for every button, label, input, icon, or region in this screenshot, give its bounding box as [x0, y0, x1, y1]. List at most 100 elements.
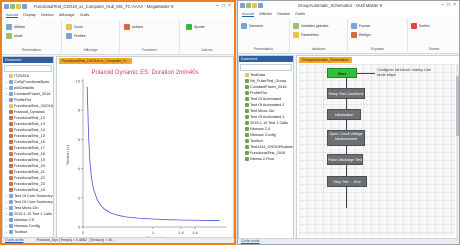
variables-icon[interactable]	[293, 23, 299, 29]
explorer-panel-title: Document	[239, 56, 293, 62]
ribbon-item-global-variables[interactable]: Variables globales	[301, 24, 328, 28]
maximize-button[interactable]: □	[222, 3, 225, 9]
ribbon-group-spaces: Format Rédiger Espaces	[348, 19, 408, 52]
explorer-tree: − IT2DATA + CoSyFunctionalSpec + pil0Defaults…	[5, 73, 53, 235]
chart-icon	[9, 182, 13, 186]
file-icon	[9, 224, 13, 228]
ribbon-item-parameters[interactable]: Paramètres	[301, 33, 319, 37]
parameters-icon[interactable]	[293, 32, 299, 38]
mode-icon[interactable]	[6, 33, 12, 39]
add-icon[interactable]	[186, 24, 192, 30]
ribbon-group-presentation: Démarrer Présentation	[238, 19, 290, 52]
save-icon[interactable]	[10, 4, 15, 9]
close-button[interactable]: ×	[228, 3, 231, 9]
maximize-button[interactable]: □	[447, 2, 450, 8]
x-tick-label: 0	[82, 230, 85, 235]
file-icon	[9, 230, 13, 234]
tree-item-label: Toolbox	[14, 230, 28, 234]
undo-icon[interactable]	[22, 4, 27, 9]
y-tick-label: 6	[78, 137, 81, 142]
flow-node-initialization[interactable]: Initialization	[327, 109, 361, 120]
explorer-panel: Document − TestData Nb_PulseTest_Group Cons…	[238, 55, 294, 239]
edit-icon[interactable]	[351, 32, 357, 38]
search-input[interactable]	[240, 64, 292, 71]
document-area: FunctionalTest_O2O18 xx_Computer_H... Po…	[56, 56, 234, 240]
zoom-icon[interactable]	[66, 24, 72, 30]
ribbon-item-actions[interactable]: Actions	[132, 25, 143, 29]
save-icon[interactable]	[246, 3, 251, 8]
vertical-scrollbar[interactable]	[456, 64, 459, 238]
tree-item[interactable]: Niveau 2.Flow	[241, 156, 292, 162]
ribbon-group-presentation: Afficher Mode Présentation	[2, 20, 62, 53]
outputs-icon[interactable]	[411, 23, 417, 29]
expand-toggle-icon[interactable]: +	[5, 229, 8, 235]
flow-node-pulse[interactable]: Pulse Discharge Test	[327, 154, 363, 165]
annotation-connector	[357, 73, 375, 74]
ribbon-item-outputs[interactable]: Sorties	[419, 24, 430, 28]
minimize-button[interactable]: –	[441, 2, 444, 8]
ribbon-group-label: Variables	[311, 47, 326, 51]
ribbon-group-functions: Actions Fonctions	[120, 20, 180, 53]
file-icon	[9, 194, 13, 198]
series-line	[86, 86, 220, 221]
ribbon-item-window[interactable]: Fenêtre	[74, 34, 86, 38]
chart-icon	[9, 134, 13, 138]
actions-icon[interactable]	[124, 24, 130, 30]
file-icon	[9, 86, 13, 90]
open-folder-icon[interactable]	[16, 4, 21, 9]
chart-icon	[9, 110, 13, 114]
flow-icon	[245, 133, 249, 137]
ribbon-group-label: Présentation	[253, 47, 274, 51]
open-folder-icon[interactable]	[252, 3, 257, 8]
ribbon-item-start[interactable]: Démarrer	[249, 24, 263, 28]
ribbon-item-mode[interactable]: Mode	[14, 34, 22, 38]
minimize-button[interactable]: –	[216, 3, 219, 9]
ribbon-group-label: Sorties	[428, 47, 440, 51]
undo-icon[interactable]	[258, 3, 263, 8]
close-button[interactable]: ×	[453, 2, 456, 8]
flowchart-canvas: GroupAutomatic_Schematics Start Setup Te…	[296, 55, 459, 239]
expand-toggle-icon[interactable]: −	[241, 72, 244, 78]
tree-item[interactable]: + Toolbox	[5, 229, 52, 235]
chart-icon	[9, 146, 13, 150]
flow-node-stop[interactable]: Stop Test → End	[327, 176, 367, 187]
ribbon: Démarrer Présentation Variables globales…	[238, 17, 459, 54]
file-icon	[9, 212, 13, 216]
chart-icon	[9, 122, 13, 126]
chart-icon	[9, 164, 13, 168]
start-icon[interactable]	[241, 23, 247, 29]
scrollbar-thumb[interactable]	[456, 76, 459, 136]
status-bar: Outils actifs Polaroid_Dyn [Temps] = 0.4…	[2, 237, 234, 243]
chart-title: Polaroid Dynamic ES: Duration 2min40s	[91, 70, 198, 76]
ribbon-group-label: Actions	[201, 48, 213, 52]
flow-node-setup[interactable]: Setup Test Conditions	[327, 88, 365, 99]
flow-node-ocv[interactable]: Open Circuit Voltage Measurement	[327, 130, 365, 146]
left-application-window: FunctionalTest_O2O18_xx_Computer_Hub_MS_…	[0, 0, 236, 245]
ribbon-item-format[interactable]: Format	[359, 24, 370, 28]
ribbon-group-actions: Ajouter Actions	[180, 20, 234, 53]
ribbon-group-label: Présentation	[21, 48, 42, 52]
expand-toggle-icon[interactable]: −	[5, 103, 8, 109]
chart-icon	[9, 176, 13, 180]
search-input[interactable]	[4, 65, 52, 72]
flow-icon	[245, 115, 249, 119]
flow-node-start[interactable]: Start	[327, 68, 357, 78]
status-link[interactable]: Outils actifs	[241, 239, 260, 243]
ribbon-item-edit[interactable]: Rédiger	[359, 33, 371, 37]
app-logo-icon	[240, 3, 245, 8]
document-tab[interactable]: FunctionalTest_O2O18 xx_Computer_H...	[59, 58, 132, 64]
ribbon-item-add[interactable]: Ajouter	[194, 25, 205, 29]
format-icon[interactable]	[351, 23, 357, 29]
status-link[interactable]: Outils actifs	[5, 238, 24, 242]
ribbon-item-zoom[interactable]: Zoom	[74, 25, 83, 29]
chart-icon	[9, 170, 13, 174]
window-icon[interactable]	[66, 33, 72, 39]
flow-icon	[245, 85, 249, 89]
app-logo-icon	[4, 4, 9, 9]
flow-icon	[245, 127, 249, 131]
ribbon-item-show[interactable]: Afficher	[14, 25, 25, 29]
document-tab[interactable]: GroupAutomatic_Schematics	[299, 57, 352, 63]
chart-icon	[9, 158, 13, 162]
file-icon	[9, 200, 13, 204]
view-icon[interactable]	[6, 24, 12, 30]
